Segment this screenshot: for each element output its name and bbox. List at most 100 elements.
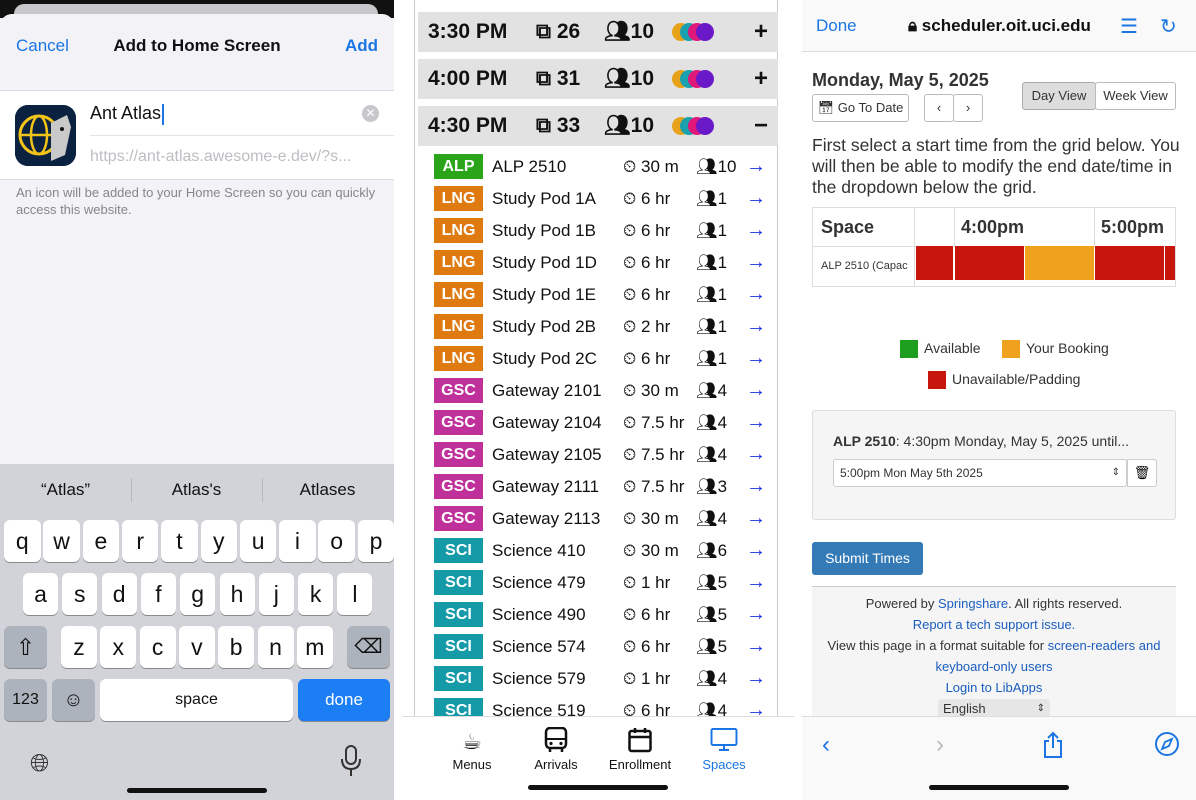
room-row[interactable]: SCI Science 410 ⏲︎ 30 m 👥︎6 → [424, 535, 774, 567]
arrow-right-icon[interactable]: → [746, 315, 766, 338]
login-libapps-link[interactable]: Login to LibApps [946, 680, 1043, 695]
room-row[interactable]: GSC Gateway 2111 ⏲︎ 7.5 hr 👥︎3 → [424, 471, 774, 503]
arrow-right-icon[interactable]: → [746, 667, 766, 690]
key-l[interactable]: l [337, 573, 373, 615]
arrow-right-icon[interactable]: → [746, 443, 766, 466]
collapse-icon[interactable]: − [754, 112, 768, 140]
day-view-button[interactable]: Day View [1022, 82, 1096, 110]
url-bar[interactable]: 🔒︎ scheduler.oit.uci.edu [908, 16, 1091, 36]
time-slot-header[interactable]: 4:30 PM ⧉ 33 👥︎10 − [418, 106, 778, 146]
submit-times-button[interactable]: Submit Times [812, 542, 923, 575]
arrow-right-icon[interactable]: → [746, 603, 766, 626]
room-row[interactable]: LNG Study Pod 1B ⏲︎ 6 hr 👥︎1 → [424, 215, 774, 247]
add-button[interactable]: Add [345, 36, 378, 56]
share-icon[interactable] [1042, 731, 1064, 766]
room-row[interactable]: GSC Gateway 2101 ⏲︎ 30 m 👥︎4 → [424, 375, 774, 407]
compass-icon[interactable] [1154, 731, 1180, 764]
report-issue-link[interactable]: Report a tech support issue. [913, 617, 1076, 632]
grid-slot-unavailable[interactable] [1165, 246, 1175, 280]
room-row[interactable]: LNG Study Pod 1A ⏲︎ 6 hr 👥︎1 → [424, 183, 774, 215]
key-u[interactable]: u [239, 520, 277, 562]
key-q[interactable]: q [4, 520, 41, 562]
room-row[interactable]: GSC Gateway 2104 ⏲︎ 7.5 hr 👥︎4 → [424, 407, 774, 439]
arrow-right-icon[interactable]: → [746, 347, 766, 370]
arrow-right-icon[interactable]: → [746, 283, 766, 306]
tab-spaces[interactable]: Spaces [684, 727, 764, 772]
key-d[interactable]: d [101, 573, 137, 615]
arrow-right-icon[interactable]: → [746, 219, 766, 242]
grid-slot-unavailable[interactable] [955, 246, 1025, 280]
emoji-key[interactable]: ☺ [52, 679, 95, 721]
expand-icon[interactable]: + [754, 18, 768, 46]
suggestion-2[interactable]: Atlas's [131, 480, 262, 500]
shift-key[interactable]: ⇧ [4, 626, 47, 668]
arrow-right-icon[interactable]: → [746, 539, 766, 562]
done-button[interactable]: Done [816, 16, 857, 36]
room-row[interactable]: SCI Science 490 ⏲︎ 6 hr 👥︎5 → [424, 599, 774, 631]
key-m[interactable]: m [296, 626, 333, 668]
room-row[interactable]: ALP ALP 2510 ⏲︎ 30 m 👥︎10 → [424, 151, 774, 183]
week-view-button[interactable]: Week View [1095, 82, 1176, 110]
time-slot-header[interactable]: 4:00 PM ⧉ 31 👥︎10 + [418, 59, 778, 99]
time-slot-header[interactable]: 3:30 PM ⧉ 26 👥︎10 + [418, 12, 778, 52]
room-row[interactable]: LNG Study Pod 2C ⏲︎ 6 hr 👥︎1 → [424, 343, 774, 375]
key-b[interactable]: b [218, 626, 255, 668]
reader-view-icon[interactable]: ☰ [1120, 14, 1138, 39]
key-t[interactable]: t [161, 520, 198, 562]
key-s[interactable]: s [62, 573, 98, 615]
trash-icon[interactable]: 🗑︎ [1127, 459, 1157, 487]
key-z[interactable]: z [61, 626, 97, 668]
space-key[interactable]: space [100, 679, 293, 721]
go-to-date-button[interactable]: 📅︎ Go To Date [812, 94, 909, 122]
expand-icon[interactable]: + [754, 65, 768, 93]
springshare-link[interactable]: Springshare [938, 596, 1008, 611]
done-key[interactable]: done [298, 679, 390, 721]
key-x[interactable]: x [100, 626, 137, 668]
clear-text-icon[interactable]: ✕ [362, 105, 379, 122]
arrow-right-icon[interactable]: → [746, 475, 766, 498]
room-row[interactable]: LNG Study Pod 2B ⏲︎ 2 hr 👥︎1 → [424, 311, 774, 343]
room-row[interactable]: SCI Science 479 ⏲︎ 1 hr 👥︎5 → [424, 567, 774, 599]
key-j[interactable]: j [258, 573, 294, 615]
tab-arrivals[interactable]: Arrivals [516, 726, 596, 772]
key-k[interactable]: k [298, 573, 334, 615]
reload-icon[interactable]: ↻ [1160, 14, 1177, 39]
room-row[interactable]: SCI Science 579 ⏲︎ 1 hr 👥︎4 → [424, 663, 774, 695]
cancel-button[interactable]: Cancel [16, 36, 69, 56]
key-v[interactable]: v [178, 626, 215, 668]
key-r[interactable]: r [121, 520, 159, 562]
arrow-right-icon[interactable]: → [746, 251, 766, 274]
arrow-right-icon[interactable]: → [746, 155, 766, 178]
key-w[interactable]: w [43, 520, 80, 562]
key-a[interactable]: a [23, 573, 58, 615]
arrow-right-icon[interactable]: → [746, 507, 766, 530]
room-row[interactable]: SCI Science 574 ⏲︎ 6 hr 👥︎5 → [424, 631, 774, 663]
arrow-right-icon[interactable]: → [746, 571, 766, 594]
key-p[interactable]: p [357, 520, 394, 562]
key-n[interactable]: n [257, 626, 294, 668]
tab-enrollment[interactable]: Enrollment [600, 727, 680, 772]
microphone-icon[interactable] [340, 744, 362, 778]
grid-slot-your-booking[interactable] [1025, 246, 1095, 280]
end-time-select[interactable]: 5:00pm Mon May 5th 2025 ⇕ [833, 459, 1127, 487]
app-name-input[interactable]: Ant Atlas [90, 103, 165, 125]
tab-menus[interactable]: ☕︎ Menus [432, 727, 512, 772]
suggestion-1[interactable]: “Atlas” [0, 480, 131, 500]
next-day-button[interactable]: › [953, 94, 983, 122]
arrow-right-icon[interactable]: → [746, 635, 766, 658]
arrow-right-icon[interactable]: → [746, 379, 766, 402]
key-c[interactable]: c [139, 626, 176, 668]
room-row[interactable]: GSC Gateway 2105 ⏲︎ 7.5 hr 👥︎4 → [424, 439, 774, 471]
previous-day-button[interactable]: ‹ [924, 94, 954, 122]
key-y[interactable]: y [200, 520, 238, 562]
numbers-key[interactable]: 123 [4, 679, 47, 721]
arrow-right-icon[interactable]: → [746, 187, 766, 210]
globe-icon[interactable]: 🌐︎ [30, 750, 49, 778]
grid-slot-unavailable[interactable] [916, 246, 954, 280]
room-row[interactable]: GSC Gateway 2113 ⏲︎ 30 m 👥︎4 → [424, 503, 774, 535]
forward-icon[interactable]: › [936, 731, 944, 759]
key-f[interactable]: f [140, 573, 176, 615]
key-o[interactable]: o [318, 520, 355, 562]
grid-slot-unavailable[interactable] [1095, 246, 1165, 280]
arrow-right-icon[interactable]: → [746, 411, 766, 434]
